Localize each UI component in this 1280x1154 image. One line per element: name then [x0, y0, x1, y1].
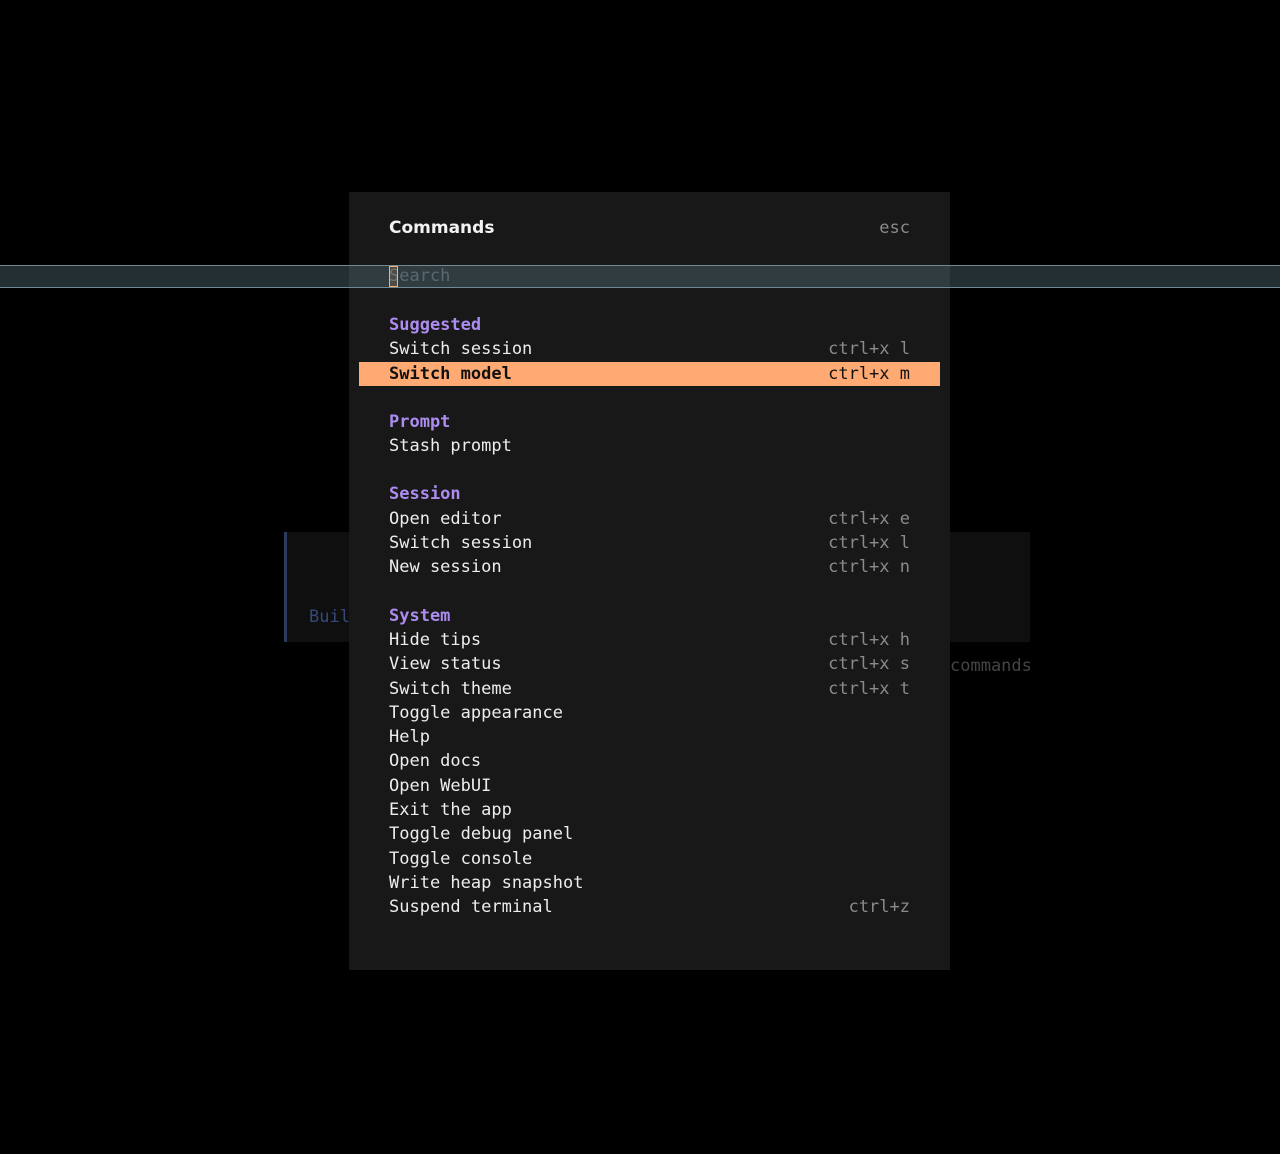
command-label: Suspend terminal	[389, 897, 553, 918]
group-header: Session	[389, 484, 461, 505]
command-item-open-editor[interactable]: Open editor ctrl+x e	[359, 507, 940, 531]
command-label: Open docs	[389, 751, 482, 772]
command-item-switch-theme[interactable]: Switch theme ctrl+x t	[359, 677, 940, 701]
command-label: Hide tips	[389, 629, 482, 650]
command-label: Open WebUI	[389, 775, 492, 796]
command-label: Toggle appearance	[389, 702, 563, 723]
command-item-write-heap-snapshot[interactable]: Write heap snapshot	[359, 871, 940, 895]
command-label: Switch session	[389, 339, 533, 360]
command-item-help[interactable]: Help	[359, 725, 940, 749]
keyboard-shortcut: ctrl+x n	[828, 557, 910, 578]
command-item-toggle-appearance[interactable]: Toggle appearance	[359, 701, 940, 725]
command-group-prompt: Prompt Stash prompt	[0, 410, 1280, 459]
command-item-exit-the-app[interactable]: Exit the app	[359, 798, 940, 822]
group-header: Suggested	[389, 315, 482, 335]
keyboard-shortcut: ctrl+x e	[828, 508, 910, 529]
command-label: Switch model	[389, 363, 512, 384]
group-header: Prompt	[389, 411, 451, 432]
keyboard-shortcut: ctrl+x t	[828, 678, 910, 699]
command-group-suggested: Suggested Switch session ctrl+x l Switch mo…	[0, 313, 1280, 386]
command-item-open-webui[interactable]: Open WebUI	[359, 774, 940, 798]
command-label: Open editor	[389, 508, 502, 529]
command-label: View status	[389, 654, 502, 675]
modal-title: Commands	[389, 218, 495, 238]
command-label: Exit the app	[389, 800, 512, 821]
command-item-open-docs[interactable]: Open docs	[359, 749, 940, 773]
command-item-hide-tips[interactable]: Hide tips ctrl+x h	[359, 628, 940, 652]
keyboard-shortcut: ctrl+x m	[828, 363, 910, 384]
command-label: Stash prompt	[389, 436, 512, 457]
keyboard-shortcut: ctrl+x l	[828, 339, 910, 360]
command-label: Switch session	[389, 533, 533, 554]
keyboard-shortcut: ctrl+x l	[828, 533, 910, 554]
command-label: Switch theme	[389, 678, 512, 699]
command-group-session: Session Open editor ctrl+x e Switch session…	[0, 482, 1280, 579]
command-item-switch-session[interactable]: Switch session ctrl+x l	[359, 531, 940, 555]
command-item-switch-session[interactable]: Switch session ctrl+x l	[359, 337, 940, 361]
keyboard-shortcut: ctrl+z	[848, 897, 910, 918]
search-input[interactable]	[389, 266, 909, 287]
command-label: Help	[389, 727, 430, 748]
close-esc-hint[interactable]: esc	[879, 217, 910, 239]
command-label: New session	[389, 557, 502, 578]
command-label: Toggle debug panel	[389, 824, 574, 845]
command-item-suspend-terminal[interactable]: Suspend terminal ctrl+z	[359, 895, 940, 919]
keyboard-shortcut: ctrl+x h	[828, 629, 910, 650]
command-list: Suggested Switch session ctrl+x l Switch mo…	[0, 313, 1280, 944]
command-item-toggle-debug-panel[interactable]: Toggle debug panel	[359, 822, 940, 846]
command-item-switch-model[interactable]: Switch model ctrl+x m	[359, 361, 940, 386]
command-item-toggle-console[interactable]: Toggle console	[359, 847, 940, 871]
command-label: Write heap snapshot	[389, 872, 584, 893]
command-item-view-status[interactable]: View status ctrl+x s	[359, 652, 940, 676]
command-label: Toggle console	[389, 848, 533, 869]
command-group-system: System Hide tips ctrl+x h View status ctrl+x…	[0, 604, 1280, 920]
text-cursor	[389, 266, 398, 287]
group-header: System	[389, 605, 451, 626]
keyboard-shortcut: ctrl+x s	[828, 654, 910, 675]
command-item-new-session[interactable]: New session ctrl+x n	[359, 555, 940, 579]
command-item-stash-prompt[interactable]: Stash prompt	[359, 434, 940, 458]
